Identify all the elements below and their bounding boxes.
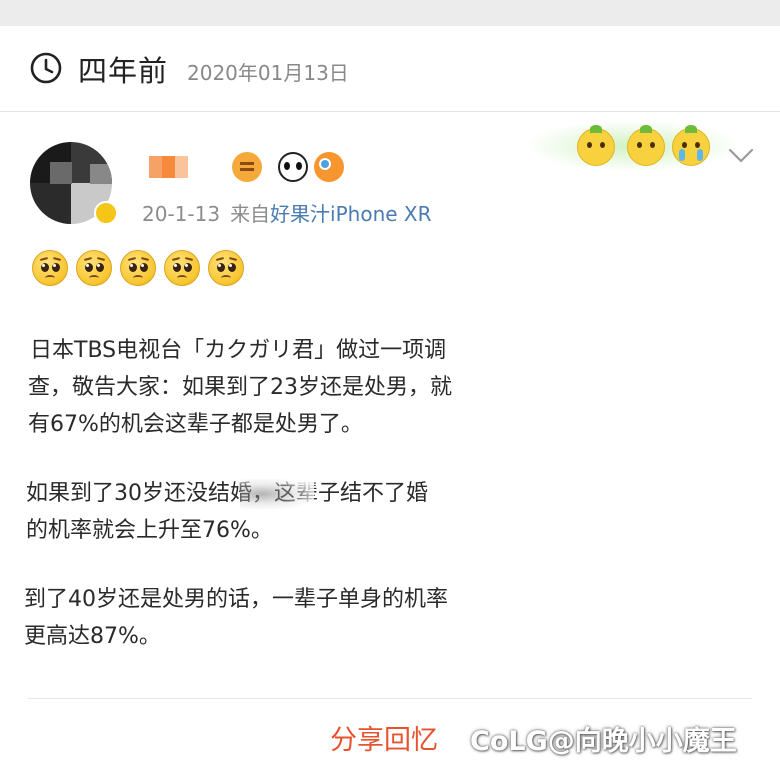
text-line: 更高达87%。 [24,624,161,649]
pleading-face-emoji-icon [164,250,200,286]
verified-badge-icon [94,201,118,225]
post-paragraph: 如果到了30岁还没结婚，这辈子结不了婚 的机率就会上升至76%。 [0,475,510,549]
decoration-crying-emoji-icon [672,125,710,166]
text-line: 到了40岁还是处男的话，一辈子单身的机率 [24,587,448,612]
post-paragraph: 日本TBS电视台「カクガリ君」做过一项调 查，敬告大家：如果到了23岁还是处男，… [0,332,510,443]
pleading-face-emoji-icon [120,250,156,286]
blur-redaction [240,479,314,509]
source-prefix: 来自 [230,202,271,226]
text-line: 有67%的机会这辈子都是处男了。 [28,412,363,437]
post-header: 20-1-13 来自好果汁iPhone XR [0,112,780,242]
share-memory-button[interactable]: 分享回忆 [330,718,438,757]
nickname-redacted[interactable] [149,156,189,178]
footer-divider [28,698,752,699]
post-date: 20-1-13 [142,202,221,226]
memory-header: 四年前 2020年01月13日 [0,26,780,112]
text-line: 日本TBS电视台「カクガリ君」做过一项调 [30,338,447,363]
post-paragraph: 到了40岁还是处男的话，一辈子单身的机率 更高达87%。 [0,581,510,655]
panda-emoji-icon [278,152,308,182]
tiger-emoji-icon [232,152,262,182]
post-body: 日本TBS电视台「カクガリ君」做过一项调 查，敬告大家：如果到了23岁还是处男，… [0,332,510,655]
decoration-emoji-icon [577,125,615,166]
top-strip [0,0,780,26]
memory-date: 2020年01月13日 [187,61,349,85]
chevron-down-icon[interactable] [728,148,754,164]
text-line: 查，敬告大家：如果到了23岁还是处男，就 [28,375,452,400]
clock-icon [30,52,62,84]
pufferfish-emoji-icon [314,152,344,182]
decoration-emoji-icon [627,125,665,166]
post-meta: 20-1-13 来自好果汁iPhone XR [142,198,432,227]
pleading-face-emoji-icon [32,250,68,286]
pleading-face-emoji-icon [76,250,112,286]
watermark: CoLG@向晚小小魔王 [470,726,737,757]
post-source-link[interactable]: 好果汁iPhone XR [270,202,431,226]
text-line: 的机率就会上升至76%。 [26,518,273,543]
pleading-face-emoji-icon [208,250,244,286]
time-ago-label: 四年前 [78,54,169,88]
